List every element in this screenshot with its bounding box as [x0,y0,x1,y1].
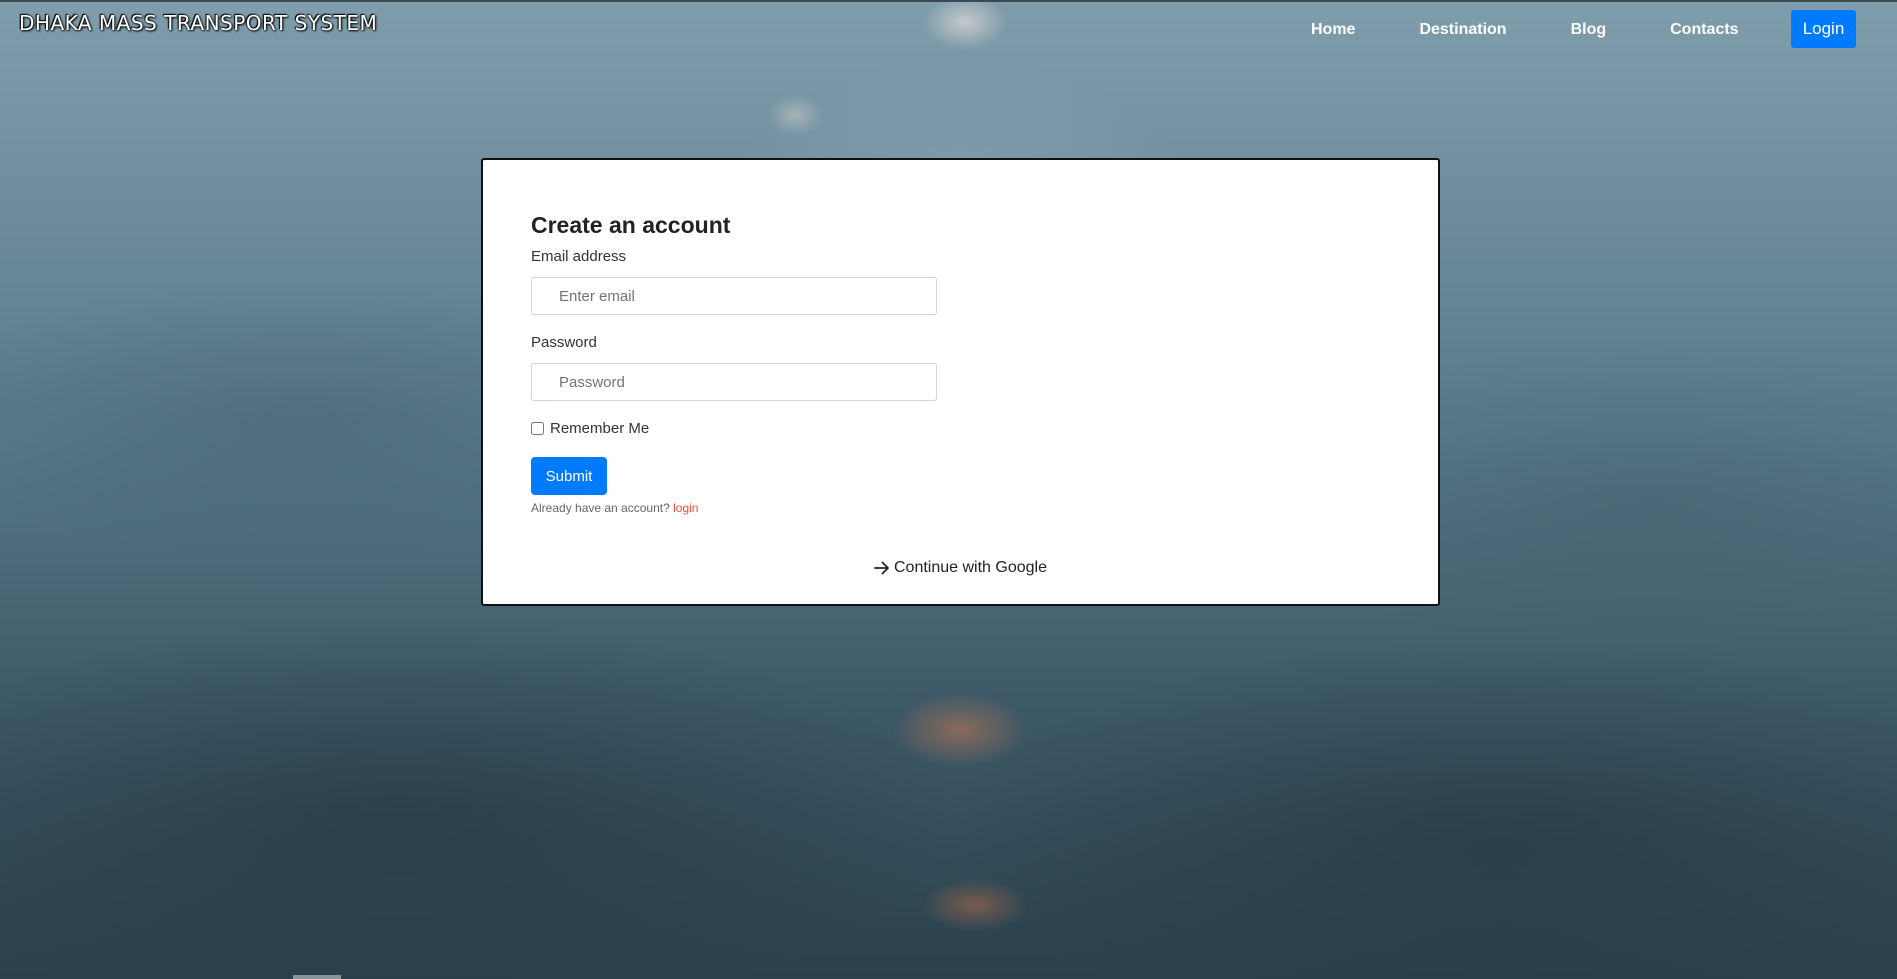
remember-me[interactable]: Remember Me [531,420,649,437]
signup-card: Create an account Email address Password… [481,158,1440,606]
nav-blog[interactable]: Blog [1571,21,1607,39]
remember-me-checkbox[interactable] [531,422,544,435]
nav-home[interactable]: Home [1311,21,1355,39]
already-account-label: Already have an account? [531,501,670,515]
submit-button[interactable]: Submit [531,457,607,495]
password-field[interactable] [531,363,937,401]
continue-with-google[interactable]: Continue with Google [873,559,1073,577]
continue-with-google-label: Continue with Google [894,559,1047,576]
scrollbar-thumb[interactable] [293,975,341,979]
nav-destination[interactable]: Destination [1419,21,1506,39]
already-account-text: Already have an account? login [531,501,698,515]
password-label: Password [531,334,597,351]
form-title: Create an account [531,212,731,238]
email-field[interactable] [531,277,937,315]
arrow-right-icon [874,561,889,575]
login-button[interactable]: Login [1791,10,1856,48]
login-link[interactable]: login [673,501,698,515]
main-nav: Home Destination Blog Contacts [1290,10,1803,50]
top-border [0,0,1897,2]
nav-contacts[interactable]: Contacts [1670,21,1738,39]
email-label: Email address [531,248,627,265]
brand-title: DHAKA MASS TRANSPORT SYSTEM [19,11,378,35]
remember-me-label: Remember Me [550,420,650,437]
